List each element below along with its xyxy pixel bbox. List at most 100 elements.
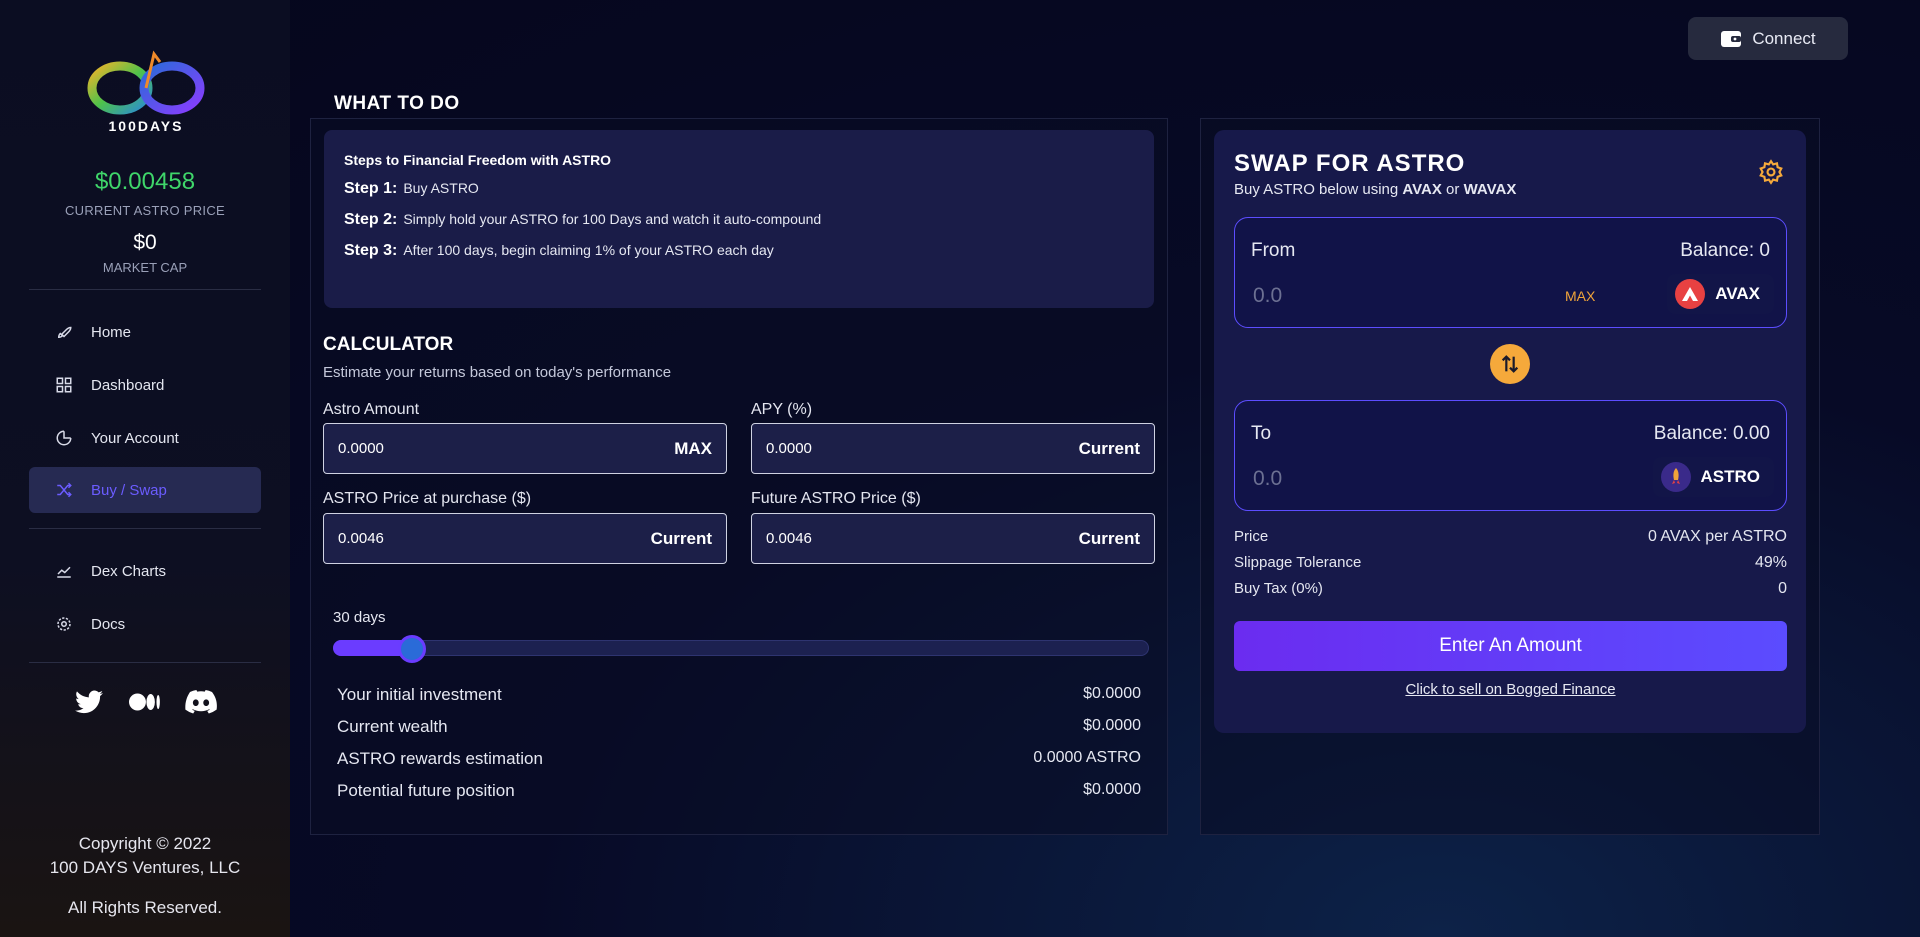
astro-price-label: CURRENT ASTRO PRICE (64, 203, 226, 218)
nav-item-dashboard[interactable]: Dashboard (29, 362, 261, 408)
astro-amount-max-button[interactable]: MAX (674, 439, 712, 459)
info-row-price: Price 0 AVAX per ASTRO (1234, 528, 1787, 546)
info-value: 0 (1778, 580, 1787, 597)
result-label: Current wealth (337, 717, 448, 736)
info-value: 0 AVAX per ASTRO (1647, 528, 1787, 545)
result-row: ASTRO rewards estimation 0.0000 ASTRO (337, 749, 1141, 769)
astro-price-value: $0.00458 (94, 168, 196, 195)
to-balance: Balance: 0.00 (1653, 423, 1770, 444)
market-cap-label: MARKET CAP (102, 260, 188, 275)
astro-amount-value[interactable]: 0.0000 (338, 440, 384, 457)
apy-label: APY (%) (751, 401, 813, 418)
step-row: Step 1: Buy ASTRO (344, 180, 1134, 198)
nav-label: Home (91, 323, 132, 341)
result-label: ASTRO rewards estimation (337, 749, 543, 768)
connect-wallet-button[interactable]: Connect (1688, 17, 1848, 60)
days-label: 30 days (333, 609, 386, 626)
future-price-field[interactable]: 0.0046 Current (751, 513, 1155, 564)
future-price-current-button[interactable]: Current (1079, 529, 1140, 549)
from-amount-input[interactable]: 0.0 (1253, 284, 1282, 308)
apy-field[interactable]: 0.0000 Current (751, 423, 1155, 474)
purchase-price-label: ASTRO Price at purchase ($) (323, 490, 532, 507)
result-row: Current wealth $0.0000 (337, 717, 1141, 737)
logo-text: 100DAYS (108, 118, 184, 134)
enter-amount-button[interactable]: Enter An Amount (1234, 621, 1787, 671)
astro-amount-field[interactable]: 0.0000 MAX (323, 423, 727, 474)
result-value: 0.0000 ASTRO (1033, 749, 1141, 766)
pie-chart-icon (56, 430, 72, 446)
astro-amount-label: Astro Amount (323, 401, 420, 418)
result-row: Your initial investment $0.0000 (337, 685, 1141, 705)
nav-label: Dashboard (91, 376, 165, 394)
apy-current-button[interactable]: Current (1079, 439, 1140, 459)
purchase-price-field[interactable]: 0.0046 Current (323, 513, 727, 564)
from-token-selector[interactable]: AVAX (1667, 274, 1774, 314)
copyright-line: Copyright © 2022 (78, 834, 212, 853)
steps-heading: Steps to Financial Freedom with ASTRO (344, 152, 612, 168)
purchase-price-value[interactable]: 0.0046 (338, 530, 384, 547)
days-slider-thumb[interactable] (398, 635, 426, 663)
calculator-title: CALCULATOR (323, 334, 454, 355)
twitter-icon[interactable] (73, 686, 105, 718)
swap-direction-button[interactable] (1490, 344, 1530, 384)
medium-icon[interactable] (129, 686, 161, 718)
days-slider-track[interactable] (333, 640, 1149, 656)
copyright-rights: All Rights Reserved. (67, 898, 222, 917)
divider (29, 289, 261, 290)
info-row-buy-tax: Buy Tax (0%) 0 (1234, 580, 1787, 598)
nav-item-docs[interactable]: Docs (29, 601, 261, 647)
swap-subtitle-or: or (1441, 181, 1464, 198)
result-row: Potential future position $0.0000 (337, 781, 1141, 801)
wallet-icon (1721, 30, 1742, 47)
result-label: Your initial investment (337, 685, 502, 704)
calculator-subtitle: Estimate your returns based on today's p… (323, 364, 672, 381)
future-price-value[interactable]: 0.0046 (766, 530, 812, 547)
line-chart-icon (57, 566, 71, 578)
nav-label: Your Account (91, 429, 179, 447)
sell-on-bogged-link[interactable]: Click to sell on Bogged Finance (1234, 681, 1787, 698)
from-label: From (1251, 240, 1296, 261)
to-label: To (1251, 423, 1272, 444)
discord-icon[interactable] (185, 686, 217, 718)
nav-label: Buy / Swap (91, 481, 167, 499)
step-row: Step 3: After 100 days, begin claiming 1… (344, 242, 1134, 260)
purchase-price-current-button[interactable]: Current (651, 529, 712, 549)
logo[interactable]: 100DAYS (84, 44, 208, 136)
from-balance: Balance: 0 (1680, 240, 1770, 261)
nav-item-your-account[interactable]: Your Account (29, 415, 261, 461)
to-token-label: ASTRO (1700, 467, 1761, 486)
to-token-selector[interactable]: ASTRO (1652, 457, 1774, 497)
info-label: Slippage Tolerance (1234, 554, 1362, 571)
nav-item-dex-charts[interactable]: Dex Charts (29, 548, 261, 594)
nav-item-buy-swap[interactable]: Buy / Swap (29, 467, 261, 513)
astro-rocket-icon (1660, 462, 1691, 492)
nav-label: Docs (91, 615, 126, 633)
copyright-company: 100 DAYS Ventures, LLC (49, 858, 241, 877)
result-value: $0.0000 (1083, 717, 1141, 734)
to-amount-input[interactable]: 0.0 (1253, 467, 1282, 491)
step-label: Step 1: (344, 180, 398, 197)
nav-label: Dex Charts (91, 562, 167, 580)
apy-value[interactable]: 0.0000 (766, 440, 812, 457)
grid-icon (56, 377, 72, 393)
divider (29, 528, 261, 529)
info-value: 49% (1754, 554, 1787, 571)
swap-from-box: From Balance: 0 0.0 MAX AVAX (1234, 217, 1787, 328)
infinity-logo-icon (87, 50, 205, 115)
swap-subtitle-token-a: AVAX (1402, 181, 1442, 198)
sidebar: 100DAYS $0.00458 CURRENT ASTRO PRICE $0 … (0, 0, 290, 937)
step-text: Simply hold your ASTRO for 100 Days and … (403, 211, 822, 227)
avax-icon (1675, 279, 1706, 309)
nav-item-home[interactable]: Home (29, 309, 261, 355)
info-label: Price (1234, 528, 1269, 545)
settings-gear-icon[interactable] (1758, 159, 1784, 185)
from-max-button[interactable]: MAX (1565, 288, 1595, 304)
from-token-label: AVAX (1715, 284, 1760, 303)
swap-arrows-icon (1501, 355, 1519, 373)
gear-icon (57, 617, 71, 631)
swap-subtitle: Buy ASTRO below using AVAX or WAVAX (1234, 181, 1516, 198)
swap-title: SWAP FOR ASTRO (1234, 150, 1466, 177)
swap-subtitle-prefix: Buy ASTRO below using (1234, 181, 1403, 198)
swap-subtitle-token-b: WAVAX (1463, 181, 1517, 198)
future-price-label: Future ASTRO Price ($) (751, 490, 921, 507)
